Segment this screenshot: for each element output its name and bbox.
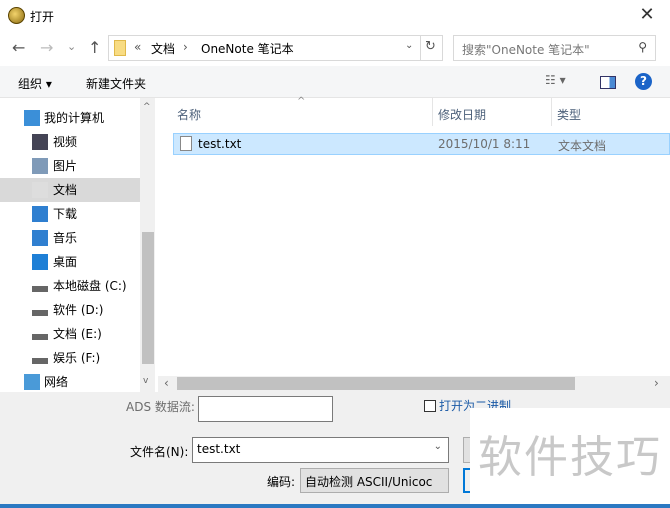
- close-button[interactable]: ✕: [630, 4, 664, 28]
- breadcrumb-documents[interactable]: 文档: [151, 40, 175, 57]
- watermark: 软件技巧: [470, 408, 670, 508]
- view-options-icon[interactable]: ☷ ▾: [545, 73, 566, 87]
- ads-input[interactable]: [198, 396, 333, 422]
- filename-label: 文件名(N):: [130, 445, 189, 459]
- help-icon[interactable]: ?: [635, 73, 652, 90]
- encoding-value: 自动检测 ASCII/Unicoc: [305, 475, 433, 489]
- column-name[interactable]: 名称: [177, 106, 201, 123]
- sort-ascending-icon: ^: [297, 96, 306, 107]
- breadcrumb-overflow[interactable]: «: [134, 40, 141, 54]
- toolbar: 组织 ▾ 新建文件夹 ☷ ▾ ?: [0, 66, 670, 98]
- horizontal-scroll-thumb[interactable]: [177, 377, 575, 390]
- column-type[interactable]: 类型: [557, 106, 581, 123]
- sidebar-item[interactable]: 音乐: [0, 226, 140, 250]
- address-dropdown-icon[interactable]: ⌄: [405, 40, 413, 51]
- column-date[interactable]: 修改日期: [438, 106, 486, 123]
- search-placeholder: 搜索"OneNote 笔记本": [462, 43, 590, 57]
- up-button[interactable]: ↑: [88, 38, 101, 57]
- sidebar-item[interactable]: 视频: [0, 130, 140, 154]
- sidebar-item-label: 下载: [53, 207, 78, 221]
- search-input[interactable]: 搜索"OneNote 笔记本" ⚲: [453, 35, 656, 61]
- filename-value: test.txt: [197, 442, 241, 456]
- sidebar-item[interactable]: 下载: [0, 202, 140, 226]
- drive-icon: [32, 310, 48, 316]
- sidebar-item[interactable]: 桌面: [0, 250, 140, 274]
- organize-button[interactable]: 组织 ▾: [18, 75, 52, 92]
- sidebar-item[interactable]: 软件 (D:): [0, 298, 140, 322]
- preview-pane-icon[interactable]: [600, 76, 616, 89]
- sidebar-item-label: 音乐: [53, 231, 78, 245]
- sidebar-item-label: 网络: [44, 375, 69, 389]
- drive-icon: [32, 286, 48, 292]
- sidebar-item[interactable]: 网络: [0, 370, 140, 392]
- sidebar-item[interactable]: 本地磁盘 (C:): [0, 274, 140, 298]
- sidebar-scroll-thumb[interactable]: [142, 232, 154, 364]
- file-name: test.txt: [198, 137, 242, 151]
- binary-checkbox[interactable]: [424, 400, 436, 412]
- video-icon: [32, 134, 48, 150]
- sidebar-item-label: 文档: [53, 183, 78, 197]
- navigation-pane: 我的计算机视频图片文档下载音乐桌面本地磁盘 (C:) 软件 (D:) 文档 (E:)…: [0, 98, 155, 392]
- recent-locations-button[interactable]: ⌄: [67, 40, 76, 53]
- sidebar-item-label: 本地磁盘 (C:): [53, 279, 127, 293]
- sidebar-item[interactable]: 娱乐 (F:): [0, 346, 140, 370]
- sidebar-item-label: 视频: [53, 135, 78, 149]
- sidebar-item[interactable]: 文档: [0, 178, 140, 202]
- sidebar-item[interactable]: 图片: [0, 154, 140, 178]
- sidebar-item[interactable]: 文档 (E:): [0, 322, 140, 346]
- desktop-icon: [32, 254, 48, 270]
- sidebar-item-label: 文档 (E:): [53, 327, 102, 341]
- sidebar-item[interactable]: 我的计算机: [0, 106, 140, 130]
- ads-label: ADS 数据流:: [126, 400, 195, 414]
- sidebar-item-label: 我的计算机: [44, 111, 105, 125]
- file-row[interactable]: test.txt 2015/10/1 8:11 文本文档: [173, 133, 670, 155]
- text-file-icon: [180, 136, 192, 151]
- drive-icon: [32, 358, 48, 364]
- drive-icon: [32, 334, 48, 340]
- encoding-select[interactable]: 自动检测 ASCII/Unicoc: [300, 468, 449, 493]
- app-icon: [8, 7, 25, 24]
- sidebar-item-label: 软件 (D:): [53, 303, 104, 317]
- folder-icon: [114, 40, 126, 56]
- title-bar: [0, 0, 670, 32]
- network-icon: [24, 374, 40, 390]
- filename-input[interactable]: test.txt ⌄: [192, 437, 449, 463]
- music-icon: [32, 230, 48, 246]
- address-bar[interactable]: « 文档 › OneNote 笔记本 ⌄ ↻: [108, 35, 443, 61]
- back-button[interactable]: ←: [12, 38, 25, 57]
- new-folder-button[interactable]: 新建文件夹: [86, 75, 146, 92]
- file-date: 2015/10/1 8:11: [438, 137, 531, 151]
- computer-icon: [24, 110, 40, 126]
- documents-icon: [32, 182, 48, 198]
- breadcrumb-separator: ›: [183, 40, 188, 54]
- sidebar-item-label: 图片: [53, 159, 78, 173]
- window-title: 打开: [30, 10, 55, 24]
- pictures-icon: [32, 158, 48, 174]
- refresh-icon[interactable]: ↻: [425, 39, 436, 54]
- sidebar-item-label: 娱乐 (F:): [53, 351, 101, 365]
- forward-button[interactable]: →: [40, 38, 53, 57]
- sidebar-item-label: 桌面: [53, 255, 78, 269]
- encoding-label: 编码:: [267, 475, 296, 489]
- file-type: 文本文档: [558, 139, 607, 153]
- breadcrumb-onenote[interactable]: OneNote 笔记本: [201, 40, 294, 57]
- window-border: [0, 504, 670, 508]
- download-icon: [32, 206, 48, 222]
- search-icon: ⚲: [638, 40, 647, 54]
